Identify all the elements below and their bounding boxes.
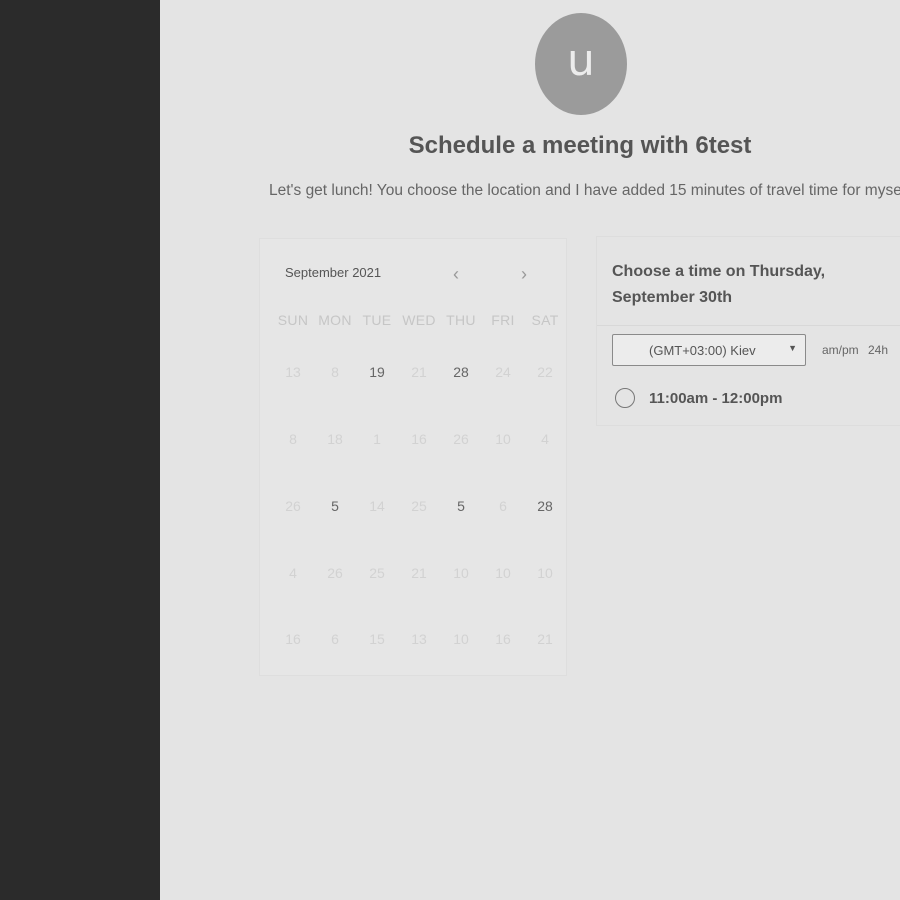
calendar-day-unavailable: 10 — [453, 631, 469, 647]
time-panel-header: Choose a time on Thursday, September 30t… — [597, 237, 900, 326]
time-format-24h-toggle[interactable]: 24h — [868, 343, 888, 357]
calendar-day-unavailable: 1 — [373, 431, 381, 447]
calendar-day-unavailable: 10 — [495, 565, 511, 581]
weekday-header-row: SUN MON TUE WED THU FRI SAT — [272, 312, 566, 328]
timezone-select[interactable]: (GMT+03:00) Kiev ▼ — [612, 334, 806, 366]
calendar-day-unavailable: 25 — [411, 498, 427, 514]
calendar-day-available[interactable]: 28 — [440, 364, 482, 380]
calendar-day-unavailable: 6 — [499, 498, 507, 514]
weekday-label: THU — [446, 312, 476, 328]
time-panel-heading: Choose a time on Thursday, September 30t… — [612, 263, 826, 306]
calendar-day-available[interactable]: 5 — [314, 498, 356, 514]
calendar-day-available[interactable]: 5 — [440, 498, 482, 514]
calendar-week-row: 4 26 25 21 10 10 10 — [272, 565, 566, 581]
radio-icon[interactable] — [615, 388, 635, 408]
calendar-day-unavailable: 15 — [369, 631, 385, 647]
calendar-month-label: September 2021 — [285, 265, 382, 280]
calendar-day-unavailable: 26 — [453, 431, 469, 447]
calendar-day-unavailable: 4 — [541, 431, 549, 447]
calendar-day-unavailable: 10 — [453, 565, 469, 581]
calendar-day-unavailable: 16 — [411, 431, 427, 447]
host-avatar: u — [535, 13, 627, 115]
calendar-day-unavailable: 16 — [495, 631, 511, 647]
calendar-day-unavailable: 10 — [537, 565, 553, 581]
calendar-day-unavailable: 22 — [537, 364, 553, 380]
calendar-day-unavailable: 4 — [289, 565, 297, 581]
calendar-day-unavailable: 24 — [495, 364, 511, 380]
calendar-day-unavailable: 8 — [331, 364, 339, 380]
time-slot-label: 11:00am - 12:00pm — [649, 390, 783, 407]
chevron-left-icon[interactable]: ‹ — [446, 263, 466, 285]
calendar-week-row: 26 5 14 25 5 6 28 — [272, 498, 566, 514]
time-format-ampm-toggle[interactable]: am/pm — [822, 343, 859, 357]
chevron-right-icon[interactable]: › — [514, 263, 534, 285]
calendar-day-available[interactable]: 19 — [356, 364, 398, 380]
weekday-label: FRI — [491, 312, 515, 328]
meeting-description: Let's get lunch! You choose the location… — [269, 182, 900, 199]
calendar-day-unavailable: 21 — [411, 565, 427, 581]
time-slot-panel: Choose a time on Thursday, September 30t… — [596, 236, 900, 426]
weekday-label: WED — [402, 312, 436, 328]
weekday-label: SUN — [277, 312, 309, 328]
weekday-label: SAT — [531, 312, 559, 328]
calendar-day-unavailable: 13 — [285, 364, 301, 380]
calendar-day-unavailable: 26 — [285, 498, 301, 514]
weekday-label: TUE — [362, 312, 392, 328]
calendar-day-available[interactable]: 28 — [524, 498, 566, 514]
weekday-label: MON — [318, 312, 352, 328]
timezone-value: (GMT+03:00) Kiev — [649, 343, 756, 358]
calendar-week-row: 16 6 15 13 10 16 21 — [272, 631, 566, 647]
calendar-day-unavailable: 8 — [289, 431, 297, 447]
calendar-week-row: 13 8 19 21 28 24 22 — [272, 364, 566, 380]
page-title: Schedule a meeting with 6test — [408, 132, 752, 159]
calendar-day-unavailable: 21 — [411, 364, 427, 380]
calendar-day-unavailable: 21 — [537, 631, 553, 647]
calendar-day-unavailable: 13 — [411, 631, 427, 647]
calendar-day-unavailable: 18 — [327, 431, 343, 447]
time-slot-option[interactable]: 11:00am - 12:00pm — [614, 387, 874, 413]
booking-page: u Schedule a meeting with 6test Let's ge… — [160, 0, 900, 900]
caret-down-icon: ▼ — [788, 343, 797, 353]
dark-sidebar — [0, 0, 160, 900]
calendar-day-unavailable: 25 — [369, 565, 385, 581]
calendar-week-row: 8 18 1 16 26 10 4 — [272, 431, 566, 447]
date-picker-calendar: September 2021 ‹ › SUN MON TUE WED THU F… — [259, 238, 567, 676]
calendar-day-unavailable: 16 — [285, 631, 301, 647]
calendar-day-unavailable: 26 — [327, 565, 343, 581]
calendar-day-unavailable: 10 — [495, 431, 511, 447]
calendar-day-unavailable: 14 — [369, 498, 385, 514]
calendar-day-unavailable: 6 — [331, 631, 339, 647]
